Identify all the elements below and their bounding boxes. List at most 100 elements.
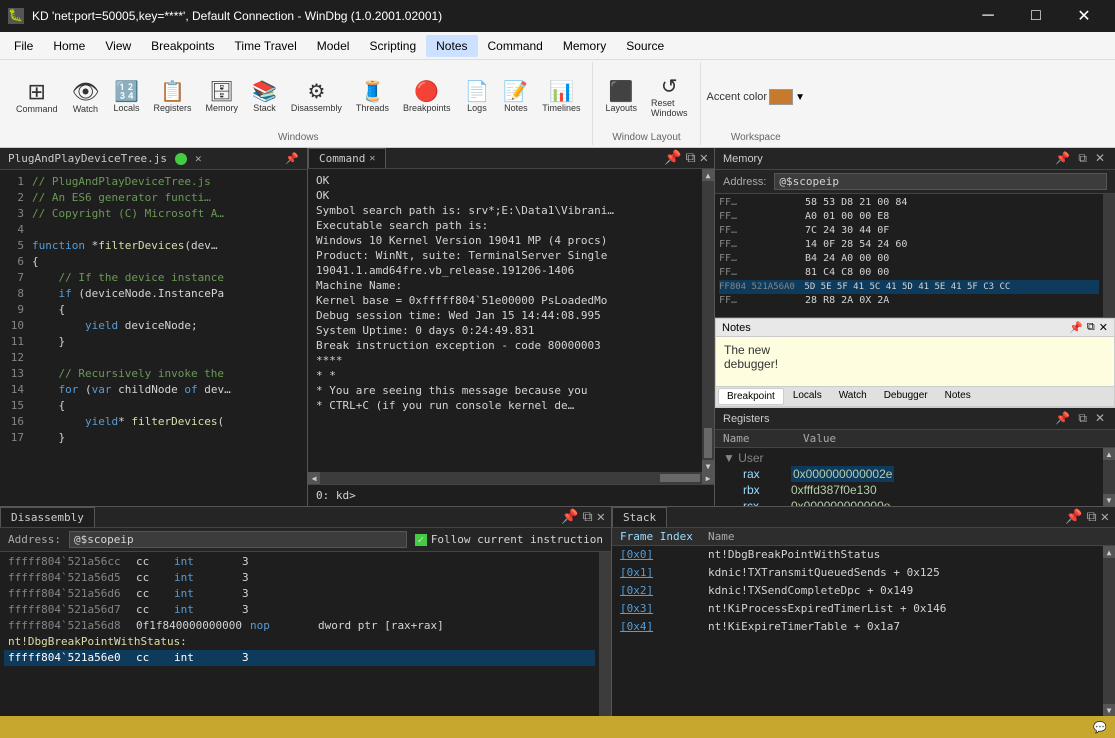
ribbon-btn-stack[interactable]: 📚 Stack [246, 78, 283, 117]
command-icon: ⊞ [28, 81, 46, 103]
cmd-line: OK [316, 173, 694, 188]
memory-address-input[interactable] [774, 173, 1107, 190]
stack-scroll-up[interactable]: ▲ [1103, 546, 1115, 558]
memory-scrollbar[interactable] [1103, 194, 1115, 317]
disasm-tab[interactable]: Disassembly [0, 507, 95, 527]
menu-item-model[interactable]: Model [307, 35, 360, 57]
scroll-right-btn[interactable]: ▶ [702, 472, 714, 484]
registers-scrollbar[interactable]: ▲ ▼ [1103, 448, 1115, 506]
ribbon-btn-reset-windows[interactable]: ↺ ResetWindows [645, 73, 694, 122]
menu-item-time travel[interactable]: Time Travel [225, 35, 307, 57]
stack-idx-4[interactable]: [0x4] [620, 619, 700, 635]
app-icon: 🐛 [8, 8, 24, 24]
menu-item-scripting[interactable]: Scripting [359, 35, 426, 57]
stack-idx-3[interactable]: [0x3] [620, 601, 700, 617]
ribbon-btn-notes[interactable]: 📝 Notes [497, 78, 534, 117]
maximize-button[interactable]: □ [1013, 0, 1059, 32]
scroll-left-btn[interactable]: ◀ [308, 472, 320, 484]
ribbon-btn-registers[interactable]: 📋 Registers [147, 78, 197, 117]
command-input-field[interactable] [360, 489, 706, 502]
command-h-scrollbar[interactable]: ◀ ▶ [308, 472, 714, 484]
stack-panel-float[interactable]: ⧉ [1087, 509, 1097, 525]
memory-pin-icon[interactable]: 📌 [1053, 151, 1072, 166]
ribbon-btn-memory[interactable]: 🗄 Memory [199, 78, 244, 117]
minimize-button[interactable]: ─ [965, 0, 1011, 32]
bp-tab-breakpoint[interactable]: Breakpoint [718, 388, 784, 405]
menu-item-view[interactable]: View [95, 35, 141, 57]
registers-panel-controls: 📌 ⧉ ✕ [1053, 411, 1107, 426]
menu-item-memory[interactable]: Memory [553, 35, 616, 57]
stack-scroll-track [1103, 558, 1115, 704]
menu-item-breakpoints[interactable]: Breakpoints [141, 35, 224, 57]
memory-float-icon[interactable]: ⧉ [1076, 151, 1089, 166]
stack-panel-close[interactable]: ✕ [1101, 509, 1109, 525]
ribbon-btn-disassembly[interactable]: ⚙ Disassembly [285, 78, 348, 117]
mem-row-1: FF… A0 01 00 00 E8 [719, 210, 1099, 224]
menu-item-notes[interactable]: Notes [426, 35, 477, 57]
logs-icon: 📄 [464, 82, 489, 102]
notes-pin-icon[interactable]: 📌 [1069, 321, 1083, 334]
command-panel-float[interactable]: ⧉ [686, 150, 696, 166]
stack-idx-0[interactable]: [0x0] [620, 547, 700, 563]
command-tab[interactable]: Command ✕ [308, 148, 386, 168]
menu-item-command[interactable]: Command [478, 35, 553, 57]
code-panel-close-icon[interactable]: ✕ [195, 152, 202, 165]
scroll-up-btn[interactable]: ▲ [702, 169, 714, 181]
disasm-content: fffff804`521a56cc cc int 3 fffff804`521a… [0, 552, 599, 716]
disasm-scrollbar[interactable] [599, 552, 611, 716]
code-panel-pin-icon[interactable]: 📌 [285, 152, 299, 165]
menu-item-home[interactable]: Home [43, 35, 95, 57]
stack-idx-1[interactable]: [0x1] [620, 565, 700, 581]
accent-color-swatch[interactable] [769, 89, 793, 105]
ribbon-btn-locals[interactable]: 🔢 Locals [107, 78, 145, 117]
bp-tab-locals[interactable]: Locals [785, 388, 830, 405]
disasm-panel-close[interactable]: ✕ [597, 509, 605, 525]
registers-close-icon[interactable]: ✕ [1093, 411, 1107, 426]
bp-tab-notes[interactable]: Notes [937, 388, 979, 405]
reg-scroll-up[interactable]: ▲ [1103, 448, 1115, 460]
menu-bar: FileHomeViewBreakpointsTime TravelModelS… [0, 32, 1115, 60]
chat-icon[interactable]: 💬 [1093, 721, 1107, 734]
ribbon-btn-timelines[interactable]: 📊 Timelines [536, 78, 586, 117]
cmd-line: Windows 10 Kernel Version 19041 MP (4 pr… [316, 233, 694, 248]
menu-item-source[interactable]: Source [616, 35, 674, 57]
reg-scroll-down[interactable]: ▼ [1103, 494, 1115, 506]
notes-float-icon[interactable]: ⧉ [1087, 321, 1095, 334]
code-line-9: 9 { [0, 302, 307, 318]
stack-scroll-down[interactable]: ▼ [1103, 704, 1115, 716]
ribbon-btn-layouts[interactable]: ⬛ Layouts [599, 78, 643, 117]
stack-tab[interactable]: Stack [612, 507, 667, 527]
command-panel-close[interactable]: ✕ [700, 150, 708, 166]
ribbon-btn-logs[interactable]: 📄 Logs [458, 78, 495, 117]
ribbon-btn-breakpoints[interactable]: 🔴 Breakpoints [397, 78, 457, 117]
stack-panel-pin[interactable]: 📌 [1065, 509, 1082, 525]
menu-item-file[interactable]: File [4, 35, 43, 57]
bp-tab-watch[interactable]: Watch [831, 388, 875, 405]
ribbon-window-layout-group: ⬛ Layouts ↺ ResetWindows Window Layout [593, 62, 700, 145]
command-tab-close[interactable]: ✕ [369, 153, 375, 164]
h-scroll-thumb[interactable] [660, 474, 700, 482]
ribbon-btn-threads[interactable]: 🧵 Threads [350, 78, 395, 117]
ribbon-layout-buttons: ⬛ Layouts ↺ ResetWindows [599, 64, 693, 130]
registers-float-icon[interactable]: ⧉ [1076, 411, 1089, 426]
notes-close-icon[interactable]: ✕ [1099, 321, 1108, 334]
ribbon-btn-command[interactable]: ⊞ Command [10, 77, 64, 118]
command-output[interactable]: OK OK Symbol search path is: srv*;E:\Dat… [308, 169, 702, 472]
command-scrollbar[interactable]: ▲ ▼ [702, 169, 714, 472]
registers-pin-icon[interactable]: 📌 [1053, 411, 1072, 426]
ribbon-btn-watch[interactable]: 👁 Watch [66, 77, 106, 118]
close-button[interactable]: ✕ [1061, 0, 1107, 32]
stack-scrollbar[interactable]: ▲ ▼ [1103, 546, 1115, 716]
command-panel-pin[interactable]: 📌 [664, 150, 681, 166]
stack-idx-2[interactable]: [0x2] [620, 583, 700, 599]
disasm-panel-float[interactable]: ⧉ [583, 509, 593, 525]
disasm-address-input[interactable] [69, 531, 407, 548]
follow-checkbox[interactable]: ✓ [415, 534, 427, 546]
follow-instruction-toggle[interactable]: ✓ Follow current instruction [415, 533, 603, 546]
scroll-down-btn[interactable]: ▼ [702, 460, 714, 472]
accent-dropdown-icon[interactable]: ▼ [795, 92, 805, 103]
bp-tab-debugger[interactable]: Debugger [876, 388, 936, 405]
scroll-thumb[interactable] [704, 428, 712, 458]
memory-close-icon[interactable]: ✕ [1093, 151, 1107, 166]
disasm-panel-pin[interactable]: 📌 [561, 509, 578, 525]
